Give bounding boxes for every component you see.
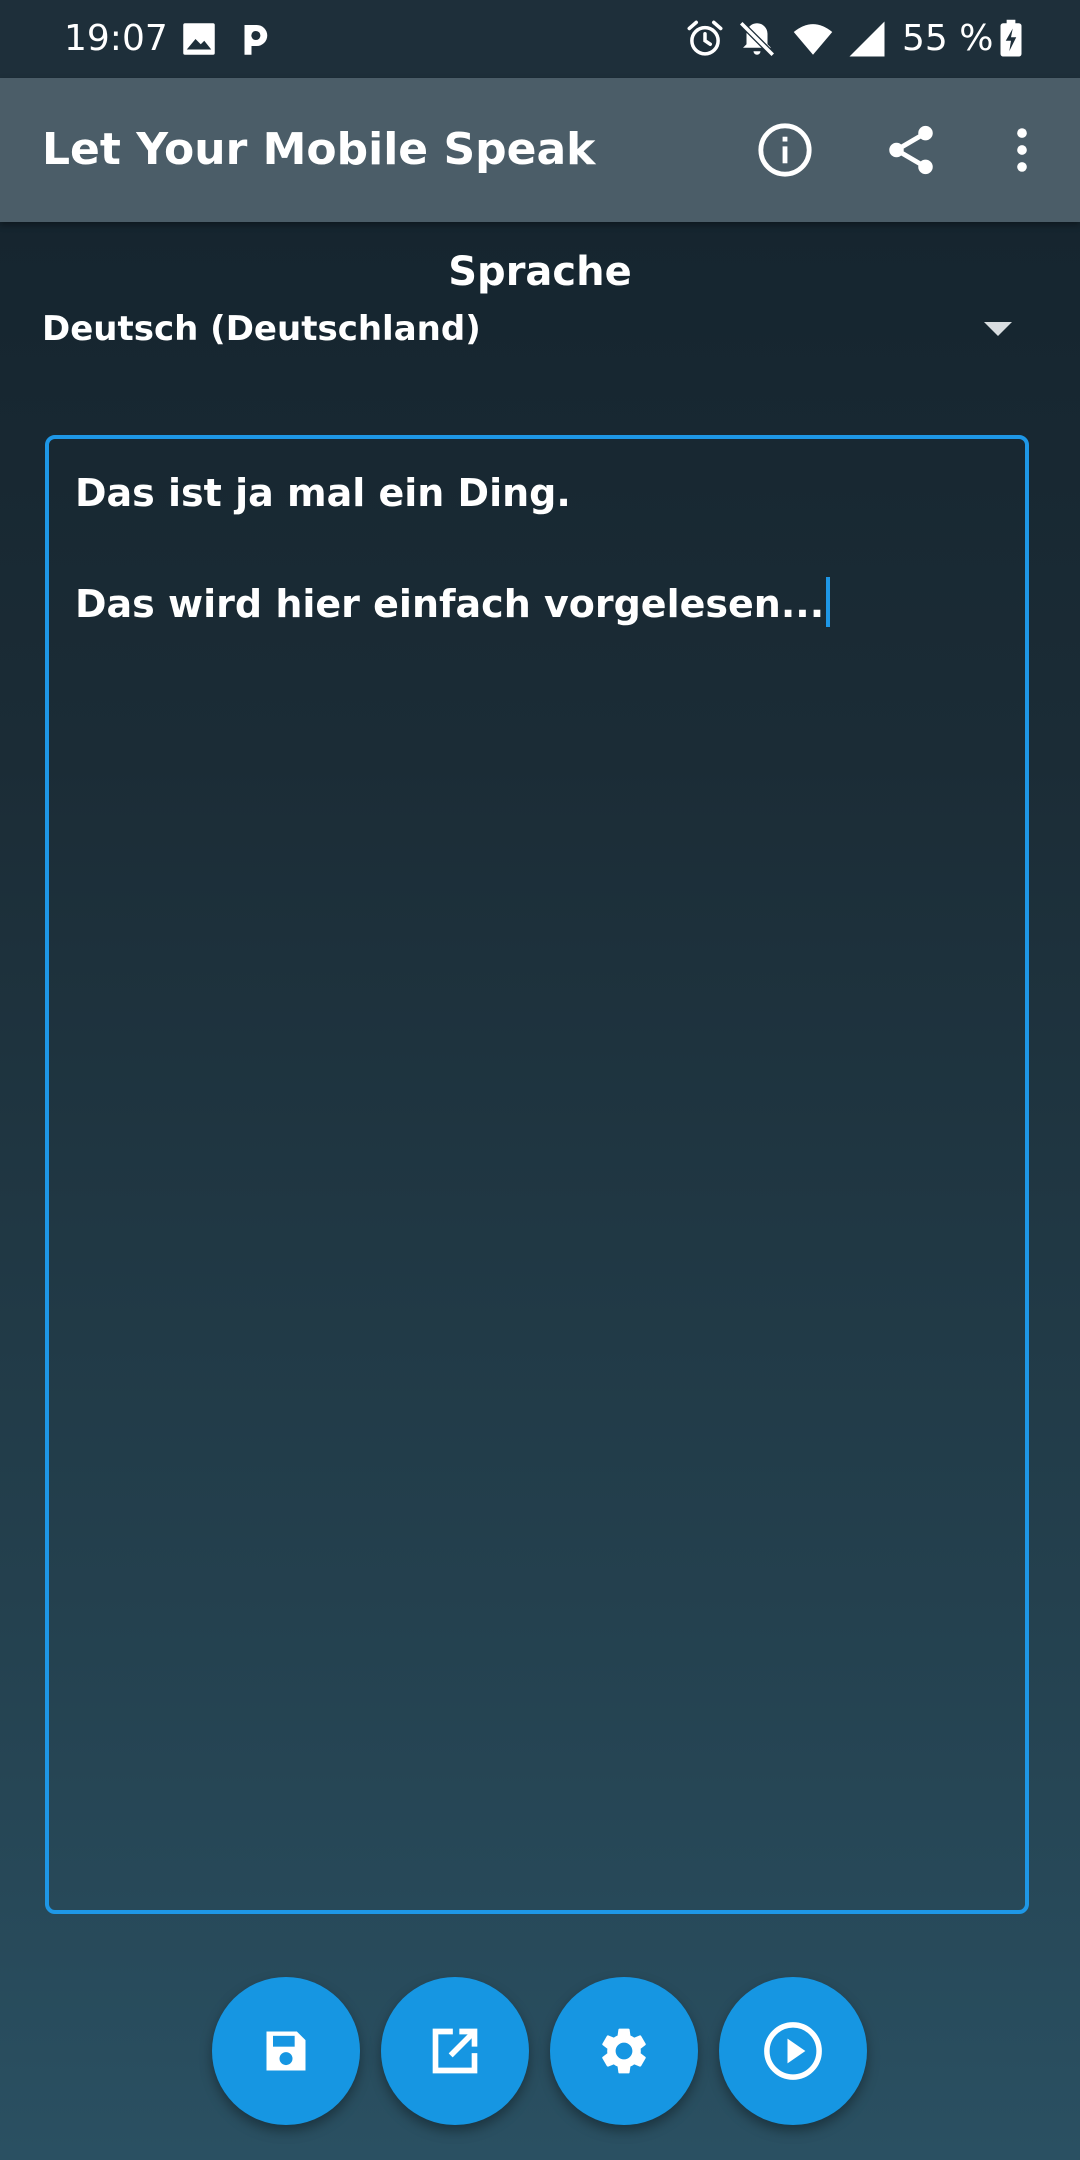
bell-off-icon [739,21,775,57]
p-app-icon [244,25,268,55]
status-bar: 19:07 55 % [0,0,1080,78]
play-button[interactable] [719,1977,867,2125]
text-line-2: Das wird hier einfach vorgelesen... [75,577,999,630]
text-input-area[interactable]: Das ist ja mal ein Ding. Das wird hier e… [45,435,1029,1914]
app-title: Let Your Mobile Speak [42,124,596,175]
more-vert-icon [1017,128,1027,172]
text-line-1: Das ist ja mal ein Ding. [75,467,999,519]
save-button[interactable] [212,1977,360,2125]
app-bar: Let Your Mobile Speak [0,78,1080,222]
status-time: 19:07 [64,18,168,59]
more-options-button[interactable] [986,114,1058,186]
battery-icon [1000,19,1022,57]
battery-percent: 55 % [902,18,994,59]
language-selected: Deutsch (Deutschland) [42,309,481,349]
settings-button[interactable] [550,1977,698,2125]
settings-icon [602,2028,646,2074]
open-external-button[interactable] [381,1977,529,2125]
open-external-icon [432,2028,478,2074]
share-icon [889,125,933,175]
signal-icon [849,21,885,57]
info-button[interactable] [749,114,821,186]
dropdown-arrow-icon [984,322,1012,336]
text-line-2-text: Das wird hier einfach vorgelesen... [75,582,825,626]
text-content: Das ist ja mal ein Ding. Das wird hier e… [75,467,999,630]
play-icon [764,2022,822,2080]
alarm-icon [687,20,723,56]
text-cursor [826,577,831,627]
language-label: Sprache [448,249,632,295]
save-icon [266,2031,306,2071]
language-dropdown[interactable]: Deutsch (Deutschland) [30,300,1030,360]
share-button[interactable] [875,114,947,186]
text-line-1-text: Das ist ja mal ein Ding. [75,471,571,515]
image-icon [183,23,215,55]
wifi-icon [793,24,833,55]
info-icon [758,123,812,177]
